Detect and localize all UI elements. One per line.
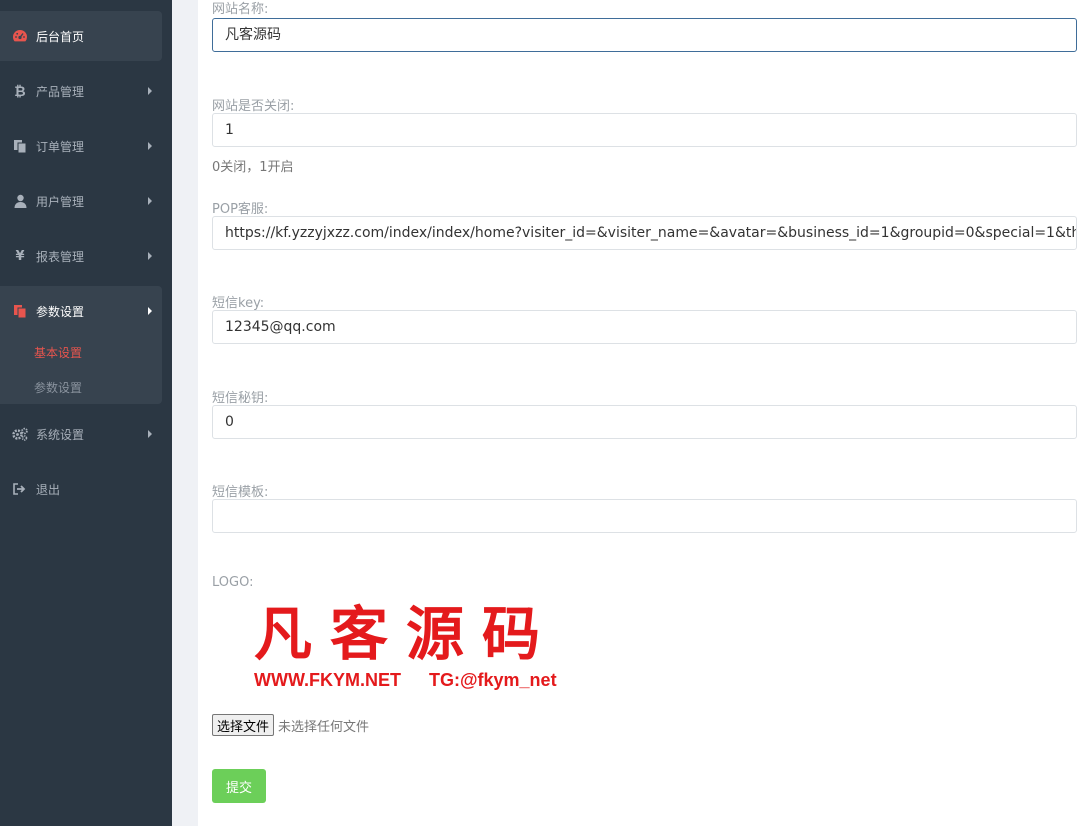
dashboard-icon bbox=[12, 28, 28, 44]
gears-icon bbox=[12, 426, 28, 442]
site-closed-input[interactable]: 1 bbox=[212, 113, 1077, 147]
choose-file-button[interactable]: 选择文件 bbox=[212, 714, 275, 736]
logo-subtitle: WWW.FKYM.NET TG:@fkym_net bbox=[254, 670, 557, 691]
submit-button[interactable]: 提交 bbox=[212, 769, 266, 803]
chevron-right-icon bbox=[148, 142, 152, 150]
files-icon bbox=[12, 138, 28, 154]
chevron-right-icon bbox=[148, 87, 152, 95]
chevron-right-icon bbox=[148, 307, 152, 315]
files-icon bbox=[12, 303, 28, 319]
chevron-right-icon bbox=[148, 197, 152, 205]
sidebar-item-label: 用户管理 bbox=[36, 194, 85, 209]
logo-tg: TG:@fkym_net bbox=[428, 670, 557, 690]
bitcoin-icon: ₿ bbox=[14, 83, 26, 100]
sms-template-input[interactable] bbox=[212, 499, 1077, 533]
sms-secret-label: 短信秘钥: bbox=[212, 391, 269, 406]
sidebar-item-params[interactable]: 参数设置 bbox=[0, 286, 162, 336]
chevron-right-icon bbox=[148, 252, 152, 260]
pop-service-input[interactable]: https://kf.yzzyjxzz.com/index/index/home… bbox=[212, 216, 1077, 250]
sms-key-label: 短信key: bbox=[212, 296, 265, 311]
logo-label: LOGO: bbox=[212, 575, 254, 590]
sidebar-item-label: 系统设置 bbox=[36, 427, 85, 442]
site-closed-label: 网站是否关闭: bbox=[212, 99, 295, 114]
sidebar-item-label: 产品管理 bbox=[36, 84, 85, 99]
sidebar-item-logout[interactable]: 退出 bbox=[0, 464, 162, 514]
logo-title: 凡客源码 bbox=[254, 600, 559, 668]
site-closed-help: 0关闭，1开启 bbox=[212, 160, 294, 175]
yen-icon: ¥ bbox=[15, 248, 25, 264]
sidebar-item-label: 后台首页 bbox=[36, 29, 85, 44]
file-upload: 选择文件 未选择任何文件 bbox=[212, 714, 369, 736]
sms-template-label: 短信模板: bbox=[212, 485, 269, 500]
sidebar-item-home[interactable]: 后台首页 bbox=[0, 11, 162, 61]
submenu-item-param-settings[interactable]: 参数设置 bbox=[34, 379, 82, 396]
site-name-label: 网站名称: bbox=[212, 2, 269, 17]
sidebar-group-params: 参数设置 基本设置 参数设置 bbox=[0, 286, 162, 404]
sidebar-item-orders[interactable]: 订单管理 bbox=[0, 121, 162, 171]
sms-secret-input[interactable]: 0 bbox=[212, 405, 1077, 439]
logo-site: WWW.FKYM.NET bbox=[254, 670, 401, 690]
sidebar: 后台首页 ₿ 产品管理 订单管理 用户管理 ¥ 报表管理 参数设置 基本设置 参… bbox=[0, 0, 172, 826]
logo-image: 凡客源码 WWW.FKYM.NET TG:@fkym_net bbox=[254, 600, 559, 695]
user-icon bbox=[12, 193, 28, 209]
sidebar-item-reports[interactable]: ¥ 报表管理 bbox=[0, 231, 162, 281]
sidebar-item-products[interactable]: ₿ 产品管理 bbox=[0, 66, 162, 116]
sidebar-item-label: 报表管理 bbox=[36, 249, 85, 264]
file-status-text: 未选择任何文件 bbox=[278, 719, 370, 735]
sidebar-item-users[interactable]: 用户管理 bbox=[0, 176, 162, 226]
sidebar-item-label: 参数设置 bbox=[36, 304, 85, 319]
sidebar-item-label: 订单管理 bbox=[36, 139, 85, 154]
sidebar-item-system[interactable]: 系统设置 bbox=[0, 409, 162, 459]
pop-service-label: POP客服: bbox=[212, 202, 269, 217]
submenu-item-basic-settings[interactable]: 基本设置 bbox=[34, 344, 82, 361]
settings-form: 网站名称: 凡客源码 网站是否关闭: 1 0关闭，1开启 POP客服: http… bbox=[198, 0, 1086, 826]
site-name-input[interactable]: 凡客源码 bbox=[212, 18, 1077, 52]
chevron-right-icon bbox=[148, 430, 152, 438]
sign-out-icon bbox=[12, 481, 28, 497]
sms-key-input[interactable]: 12345@qq.com bbox=[212, 310, 1077, 344]
sidebar-item-label: 退出 bbox=[36, 482, 61, 497]
